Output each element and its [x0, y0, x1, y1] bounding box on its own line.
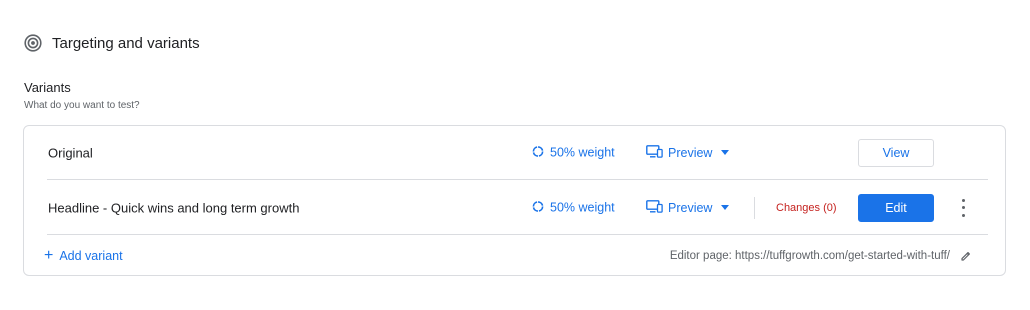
- more-options-icon[interactable]: [957, 198, 969, 217]
- view-button[interactable]: View: [858, 138, 934, 167]
- preview-label: Preview: [668, 145, 713, 160]
- weight-label: 50% weight: [550, 145, 615, 160]
- chevron-down-icon: [721, 150, 730, 155]
- variant-name: Headline - Quick wins and long term grow…: [48, 200, 300, 215]
- preview-dropdown[interactable]: Preview: [646, 144, 730, 161]
- weight-label: 50% weight: [550, 200, 615, 215]
- devices-icon: [646, 144, 663, 161]
- pencil-icon[interactable]: [960, 250, 972, 262]
- editor-page-url: Editor page: https://tuffgrowth.com/get-…: [669, 250, 950, 262]
- devices-icon: [646, 199, 663, 216]
- vertical-divider: [754, 196, 755, 219]
- add-variant-label: Add variant: [59, 249, 123, 263]
- weight-control[interactable]: 50% weight: [532, 200, 615, 215]
- changes-link[interactable]: Changes (0): [776, 202, 837, 214]
- weight-control[interactable]: 50% weight: [532, 145, 615, 160]
- variants-card: Original 50% weight Preview View Headlin…: [23, 125, 1006, 276]
- edit-button[interactable]: Edit: [858, 193, 934, 222]
- section-title: Targeting and variants: [52, 34, 200, 52]
- variants-footer: + Add variant Editor page: https://tuffg…: [24, 236, 1005, 276]
- target-icon: [24, 34, 42, 52]
- variant-row-headline: Headline - Quick wins and long term grow…: [47, 181, 988, 235]
- add-variant-button[interactable]: + Add variant: [44, 248, 123, 264]
- variants-subtitle: What do you want to test?: [24, 100, 140, 111]
- variants-label: Variants: [24, 80, 71, 95]
- plus-icon: +: [44, 247, 54, 264]
- preview-label: Preview: [668, 200, 713, 215]
- preview-dropdown[interactable]: Preview: [646, 199, 730, 216]
- section-header: Targeting and variants: [24, 34, 200, 52]
- weight-icon: [532, 145, 544, 160]
- variant-name: Original: [48, 145, 93, 160]
- weight-icon: [532, 200, 544, 215]
- chevron-down-icon: [721, 205, 730, 210]
- variant-row-original: Original 50% weight Preview View: [47, 126, 988, 180]
